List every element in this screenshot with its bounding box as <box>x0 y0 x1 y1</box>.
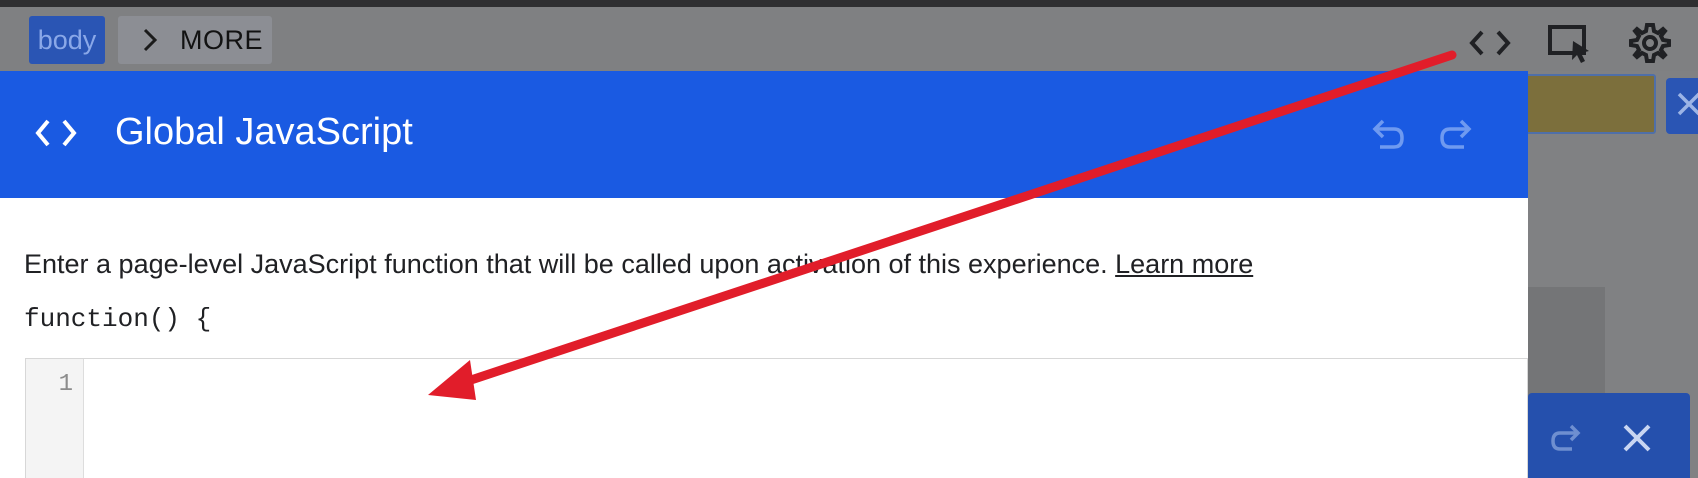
description-text: Enter a page-level JavaScript function t… <box>24 249 1116 279</box>
dialog-header: Global JavaScript <box>0 71 1528 198</box>
undo-button[interactable] <box>1366 115 1406 160</box>
line-number: 1 <box>58 371 73 398</box>
line-number-gutter: 1 <box>26 359 84 478</box>
select-element-icon[interactable] <box>1546 21 1594 65</box>
dialog-description: Enter a page-level JavaScript function t… <box>24 249 1253 280</box>
redo-icon <box>1550 423 1584 458</box>
function-signature: function() { <box>24 304 212 334</box>
background-banner <box>1510 74 1656 134</box>
code-icon[interactable] <box>1466 21 1514 65</box>
close-icon <box>1620 421 1654 460</box>
code-editor[interactable]: 1 <box>25 358 1528 478</box>
breadcrumb-body[interactable]: body <box>29 16 105 64</box>
chevron-right-icon <box>130 16 170 64</box>
breadcrumb-more-label: MORE <box>180 24 263 55</box>
code-icon <box>34 115 78 156</box>
breadcrumb-more[interactable]: MORE <box>118 16 272 64</box>
code-input-area[interactable] <box>85 359 1527 478</box>
background-editor-panel <box>1528 393 1690 478</box>
background-close-chip <box>1666 78 1698 134</box>
breadcrumb-toolbar: body MORE <box>0 7 1698 71</box>
top-strip <box>0 0 1698 7</box>
close-icon <box>1676 91 1698 122</box>
global-javascript-dialog: Global JavaScript Enter a page-level Jav… <box>0 71 1528 478</box>
learn-more-link[interactable]: Learn more <box>1115 249 1253 279</box>
redo-button[interactable] <box>1438 115 1478 160</box>
app-window: body MORE Global JavaScript Enter a page… <box>0 0 1698 478</box>
gear-icon[interactable] <box>1626 21 1674 65</box>
dialog-title: Global JavaScript <box>115 111 413 153</box>
